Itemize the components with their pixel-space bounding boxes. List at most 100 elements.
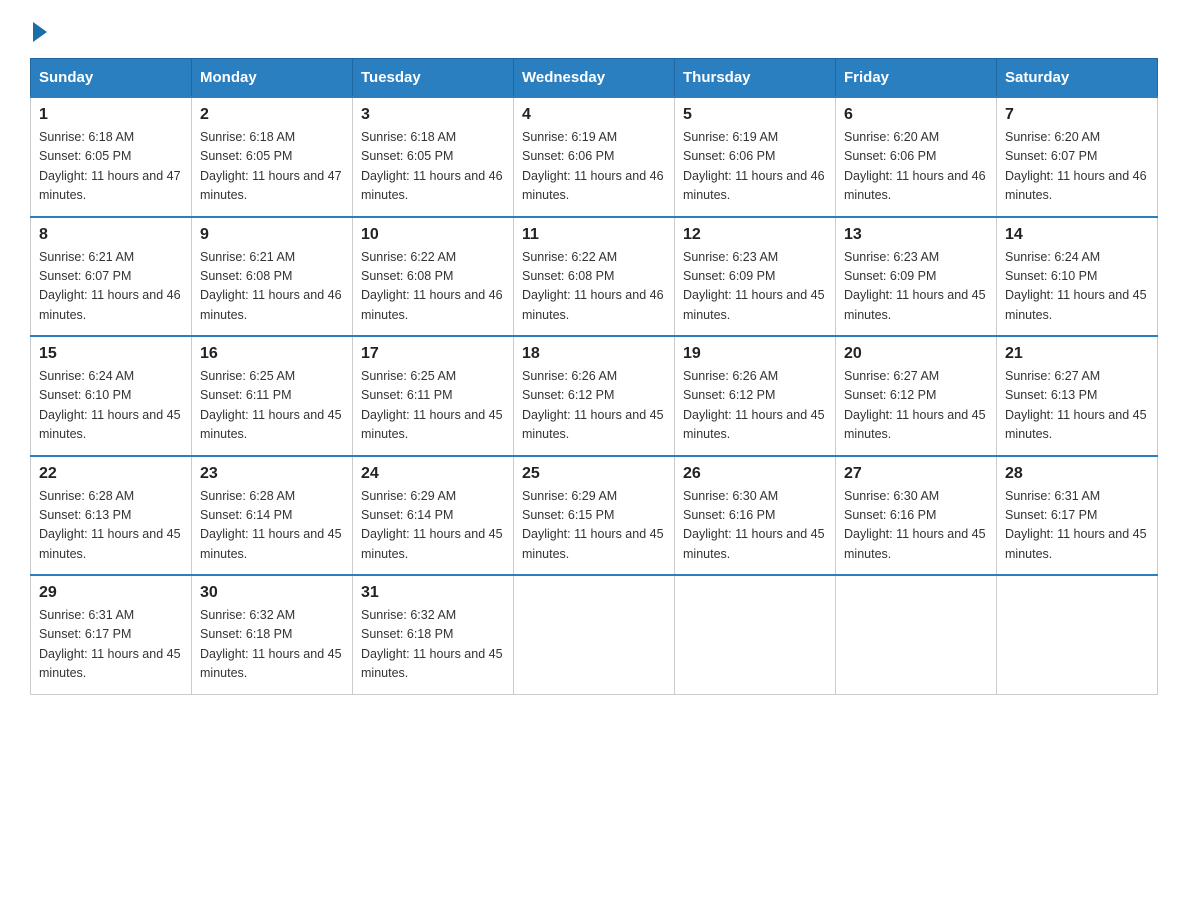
day-info: Sunrise: 6:31 AM Sunset: 6:17 PM Dayligh… xyxy=(39,606,183,684)
day-info: Sunrise: 6:32 AM Sunset: 6:18 PM Dayligh… xyxy=(200,606,344,684)
day-info: Sunrise: 6:29 AM Sunset: 6:14 PM Dayligh… xyxy=(361,487,505,565)
calendar-cell xyxy=(675,575,836,694)
calendar-cell: 22 Sunrise: 6:28 AM Sunset: 6:13 PM Dayl… xyxy=(31,456,192,576)
page-header xyxy=(30,20,1158,38)
day-info: Sunrise: 6:26 AM Sunset: 6:12 PM Dayligh… xyxy=(522,367,666,445)
calendar-cell: 16 Sunrise: 6:25 AM Sunset: 6:11 PM Dayl… xyxy=(192,336,353,456)
day-info: Sunrise: 6:23 AM Sunset: 6:09 PM Dayligh… xyxy=(844,248,988,326)
calendar-cell: 29 Sunrise: 6:31 AM Sunset: 6:17 PM Dayl… xyxy=(31,575,192,694)
calendar-table: SundayMondayTuesdayWednesdayThursdayFrid… xyxy=(30,58,1158,695)
day-info: Sunrise: 6:30 AM Sunset: 6:16 PM Dayligh… xyxy=(844,487,988,565)
header-saturday: Saturday xyxy=(997,59,1158,98)
week-row-3: 15 Sunrise: 6:24 AM Sunset: 6:10 PM Dayl… xyxy=(31,336,1158,456)
day-number: 15 xyxy=(39,345,183,363)
day-info: Sunrise: 6:31 AM Sunset: 6:17 PM Dayligh… xyxy=(1005,487,1149,565)
calendar-cell: 2 Sunrise: 6:18 AM Sunset: 6:05 PM Dayli… xyxy=(192,97,353,217)
logo xyxy=(30,20,47,38)
calendar-cell: 27 Sunrise: 6:30 AM Sunset: 6:16 PM Dayl… xyxy=(836,456,997,576)
calendar-cell: 7 Sunrise: 6:20 AM Sunset: 6:07 PM Dayli… xyxy=(997,97,1158,217)
day-number: 4 xyxy=(522,106,666,124)
calendar-cell: 5 Sunrise: 6:19 AM Sunset: 6:06 PM Dayli… xyxy=(675,97,836,217)
day-info: Sunrise: 6:22 AM Sunset: 6:08 PM Dayligh… xyxy=(361,248,505,326)
calendar-cell: 23 Sunrise: 6:28 AM Sunset: 6:14 PM Dayl… xyxy=(192,456,353,576)
day-number: 2 xyxy=(200,106,344,124)
calendar-cell: 12 Sunrise: 6:23 AM Sunset: 6:09 PM Dayl… xyxy=(675,217,836,337)
calendar-cell: 1 Sunrise: 6:18 AM Sunset: 6:05 PM Dayli… xyxy=(31,97,192,217)
week-row-4: 22 Sunrise: 6:28 AM Sunset: 6:13 PM Dayl… xyxy=(31,456,1158,576)
calendar-cell: 10 Sunrise: 6:22 AM Sunset: 6:08 PM Dayl… xyxy=(353,217,514,337)
logo-arrow-icon xyxy=(33,22,47,42)
calendar-cell: 14 Sunrise: 6:24 AM Sunset: 6:10 PM Dayl… xyxy=(997,217,1158,337)
calendar-cell: 9 Sunrise: 6:21 AM Sunset: 6:08 PM Dayli… xyxy=(192,217,353,337)
day-number: 17 xyxy=(361,345,505,363)
day-number: 31 xyxy=(361,584,505,602)
header-tuesday: Tuesday xyxy=(353,59,514,98)
header-monday: Monday xyxy=(192,59,353,98)
calendar-cell: 4 Sunrise: 6:19 AM Sunset: 6:06 PM Dayli… xyxy=(514,97,675,217)
calendar-cell: 28 Sunrise: 6:31 AM Sunset: 6:17 PM Dayl… xyxy=(997,456,1158,576)
calendar-cell: 17 Sunrise: 6:25 AM Sunset: 6:11 PM Dayl… xyxy=(353,336,514,456)
day-number: 7 xyxy=(1005,106,1149,124)
calendar-cell xyxy=(997,575,1158,694)
day-info: Sunrise: 6:24 AM Sunset: 6:10 PM Dayligh… xyxy=(1005,248,1149,326)
day-number: 25 xyxy=(522,465,666,483)
week-row-2: 8 Sunrise: 6:21 AM Sunset: 6:07 PM Dayli… xyxy=(31,217,1158,337)
day-info: Sunrise: 6:32 AM Sunset: 6:18 PM Dayligh… xyxy=(361,606,505,684)
day-info: Sunrise: 6:30 AM Sunset: 6:16 PM Dayligh… xyxy=(683,487,827,565)
day-number: 11 xyxy=(522,226,666,244)
day-number: 22 xyxy=(39,465,183,483)
day-info: Sunrise: 6:29 AM Sunset: 6:15 PM Dayligh… xyxy=(522,487,666,565)
calendar-cell: 18 Sunrise: 6:26 AM Sunset: 6:12 PM Dayl… xyxy=(514,336,675,456)
calendar-cell: 21 Sunrise: 6:27 AM Sunset: 6:13 PM Dayl… xyxy=(997,336,1158,456)
day-info: Sunrise: 6:28 AM Sunset: 6:13 PM Dayligh… xyxy=(39,487,183,565)
header-thursday: Thursday xyxy=(675,59,836,98)
day-number: 6 xyxy=(844,106,988,124)
day-info: Sunrise: 6:25 AM Sunset: 6:11 PM Dayligh… xyxy=(200,367,344,445)
day-info: Sunrise: 6:25 AM Sunset: 6:11 PM Dayligh… xyxy=(361,367,505,445)
day-number: 13 xyxy=(844,226,988,244)
day-number: 12 xyxy=(683,226,827,244)
day-number: 8 xyxy=(39,226,183,244)
day-number: 24 xyxy=(361,465,505,483)
day-number: 26 xyxy=(683,465,827,483)
day-number: 23 xyxy=(200,465,344,483)
day-number: 10 xyxy=(361,226,505,244)
day-info: Sunrise: 6:19 AM Sunset: 6:06 PM Dayligh… xyxy=(683,128,827,206)
calendar-cell: 19 Sunrise: 6:26 AM Sunset: 6:12 PM Dayl… xyxy=(675,336,836,456)
calendar-cell: 24 Sunrise: 6:29 AM Sunset: 6:14 PM Dayl… xyxy=(353,456,514,576)
day-number: 30 xyxy=(200,584,344,602)
week-row-5: 29 Sunrise: 6:31 AM Sunset: 6:17 PM Dayl… xyxy=(31,575,1158,694)
calendar-cell: 25 Sunrise: 6:29 AM Sunset: 6:15 PM Dayl… xyxy=(514,456,675,576)
day-number: 5 xyxy=(683,106,827,124)
day-number: 27 xyxy=(844,465,988,483)
day-info: Sunrise: 6:18 AM Sunset: 6:05 PM Dayligh… xyxy=(200,128,344,206)
day-info: Sunrise: 6:27 AM Sunset: 6:13 PM Dayligh… xyxy=(1005,367,1149,445)
day-number: 29 xyxy=(39,584,183,602)
day-info: Sunrise: 6:21 AM Sunset: 6:07 PM Dayligh… xyxy=(39,248,183,326)
calendar-cell: 11 Sunrise: 6:22 AM Sunset: 6:08 PM Dayl… xyxy=(514,217,675,337)
calendar-cell: 15 Sunrise: 6:24 AM Sunset: 6:10 PM Dayl… xyxy=(31,336,192,456)
calendar-cell: 8 Sunrise: 6:21 AM Sunset: 6:07 PM Dayli… xyxy=(31,217,192,337)
day-number: 20 xyxy=(844,345,988,363)
day-info: Sunrise: 6:20 AM Sunset: 6:06 PM Dayligh… xyxy=(844,128,988,206)
day-number: 28 xyxy=(1005,465,1149,483)
calendar-cell: 31 Sunrise: 6:32 AM Sunset: 6:18 PM Dayl… xyxy=(353,575,514,694)
header-friday: Friday xyxy=(836,59,997,98)
calendar-cell: 3 Sunrise: 6:18 AM Sunset: 6:05 PM Dayli… xyxy=(353,97,514,217)
day-info: Sunrise: 6:20 AM Sunset: 6:07 PM Dayligh… xyxy=(1005,128,1149,206)
day-info: Sunrise: 6:28 AM Sunset: 6:14 PM Dayligh… xyxy=(200,487,344,565)
day-number: 21 xyxy=(1005,345,1149,363)
day-info: Sunrise: 6:18 AM Sunset: 6:05 PM Dayligh… xyxy=(361,128,505,206)
day-info: Sunrise: 6:26 AM Sunset: 6:12 PM Dayligh… xyxy=(683,367,827,445)
calendar-header-row: SundayMondayTuesdayWednesdayThursdayFrid… xyxy=(31,59,1158,98)
calendar-cell: 13 Sunrise: 6:23 AM Sunset: 6:09 PM Dayl… xyxy=(836,217,997,337)
calendar-cell: 30 Sunrise: 6:32 AM Sunset: 6:18 PM Dayl… xyxy=(192,575,353,694)
day-info: Sunrise: 6:18 AM Sunset: 6:05 PM Dayligh… xyxy=(39,128,183,206)
day-number: 18 xyxy=(522,345,666,363)
day-number: 16 xyxy=(200,345,344,363)
calendar-cell xyxy=(514,575,675,694)
header-sunday: Sunday xyxy=(31,59,192,98)
day-number: 1 xyxy=(39,106,183,124)
day-number: 9 xyxy=(200,226,344,244)
day-number: 3 xyxy=(361,106,505,124)
